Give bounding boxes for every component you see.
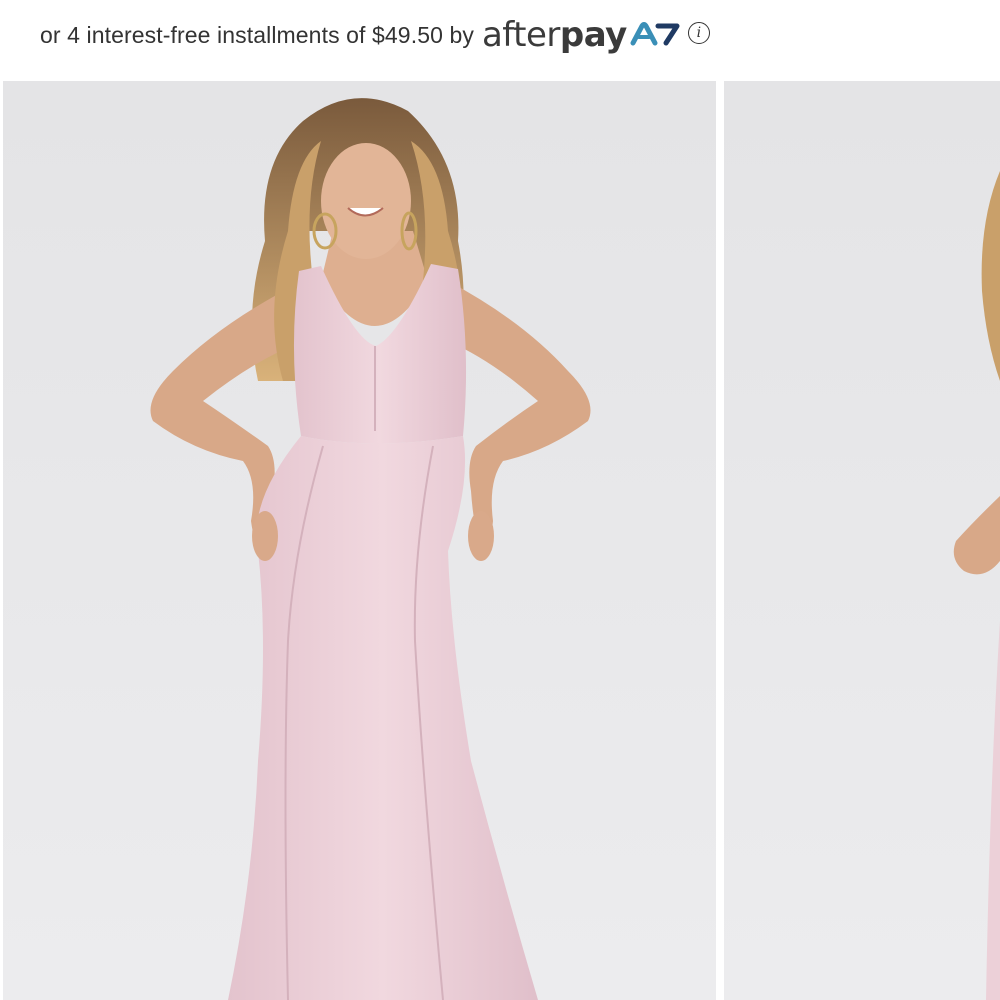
product-image-side[interactable] xyxy=(724,81,1000,1000)
installment-message: or 4 interest-free installments of $49.5… xyxy=(40,21,474,48)
afterpay-logo-after-text: after xyxy=(481,15,560,55)
afterpay-logo-pay-text: pay xyxy=(559,15,627,55)
product-image-gallery xyxy=(0,81,1000,1000)
info-circle-icon[interactable]: i xyxy=(687,22,710,44)
product-page: or 4 interest-free installments of $49.5… xyxy=(0,0,1000,1000)
afterpay-arrows-icon xyxy=(630,21,682,52)
afterpay-installment-bar: or 4 interest-free installments of $49.5… xyxy=(0,0,1000,70)
product-image-front[interactable] xyxy=(3,81,716,1000)
afterpay-logo: after pay xyxy=(482,15,682,55)
